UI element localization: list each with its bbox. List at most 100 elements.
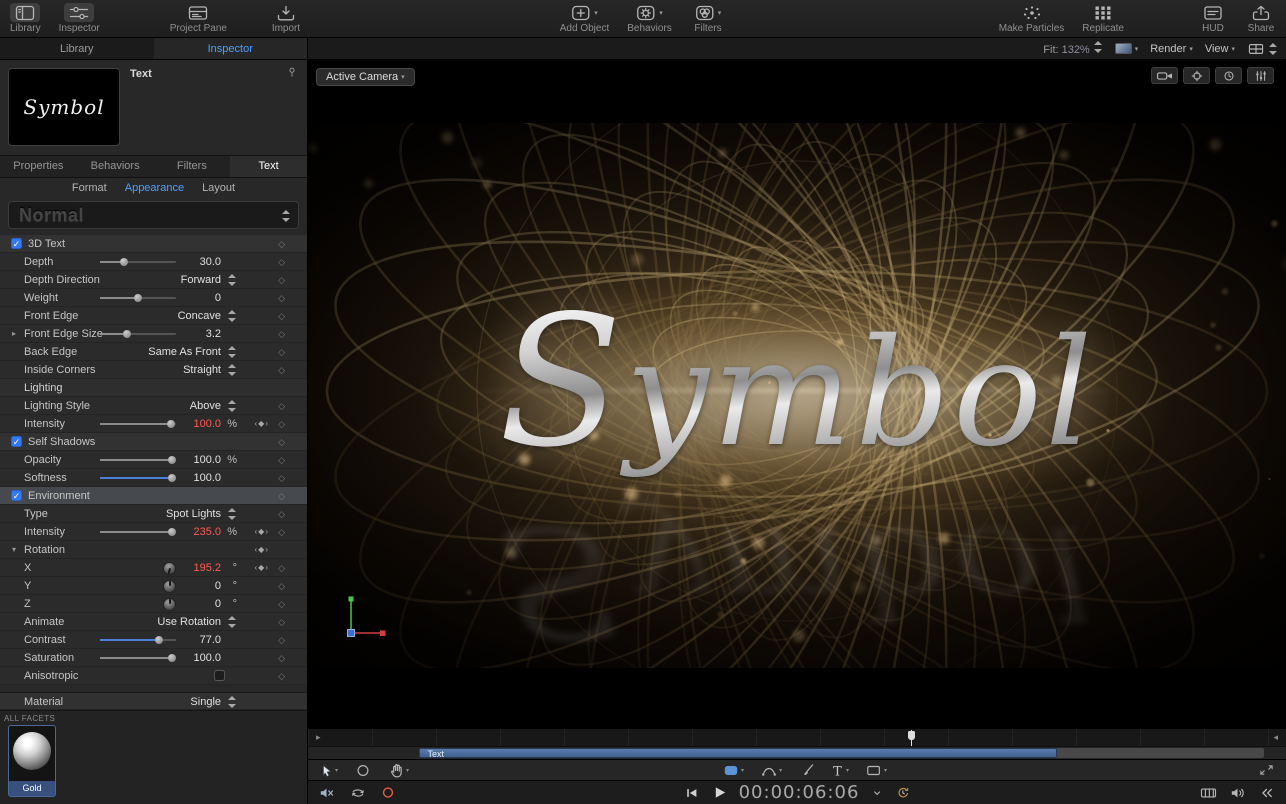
inspector-row-animate[interactable]: Animate Use Rotation ◇ <box>0 613 307 631</box>
channel-swatch-button[interactable]: ▾ <box>1114 43 1138 54</box>
camera-view-button[interactable] <box>1151 67 1178 84</box>
shape-tool[interactable]: ▾ <box>866 763 887 778</box>
keyframe-nav-icon[interactable]: ‹◆› <box>255 541 269 559</box>
select-value[interactable]: Forward <box>181 271 221 289</box>
inspector-row-x[interactable]: X 195.2 ° ‹◆› ◇ <box>0 559 307 577</box>
inspector-row-z[interactable]: Z 0 ° ◇ <box>0 595 307 613</box>
keyframe-icon[interactable]: ◇ <box>278 667 285 685</box>
value-field[interactable]: 0 <box>165 577 221 595</box>
inspector-row-intensity[interactable]: Intensity 235.0% ‹◆› ◇ <box>0 523 307 541</box>
toolbar-button-import[interactable]: Import <box>271 3 301 34</box>
view-menu-button[interactable]: View ▾ <box>1205 43 1235 55</box>
inspector-row-contrast[interactable]: Contrast 77.0 ◇ <box>0 631 307 649</box>
value-field[interactable]: 100.0 <box>165 451 221 469</box>
keyframe-icon[interactable]: ◇ <box>278 253 285 271</box>
inspector-row-front-edge-size[interactable]: ▸ Front Edge Size 3.2 ◇ <box>0 325 307 343</box>
timeline-bar-text[interactable]: Text <box>419 748 1058 758</box>
inspector-row-depth-direction[interactable]: Depth Direction Forward ◇ <box>0 271 307 289</box>
stepper-icon[interactable] <box>228 274 237 286</box>
keyframe-icon[interactable]: ◇ <box>278 559 285 577</box>
select-value[interactable]: Use Rotation <box>157 613 221 631</box>
toolbar-button-behaviors[interactable]: ▾ Behaviors <box>627 3 672 34</box>
checkbox[interactable]: ✓ <box>11 436 22 447</box>
keyframe-icon[interactable]: ◇ <box>278 361 285 379</box>
onion-skin-button[interactable] <box>1215 67 1242 84</box>
subtab-appearance[interactable]: Appearance <box>125 182 184 194</box>
stepper-icon[interactable] <box>228 696 237 708</box>
select-value[interactable]: Straight <box>183 361 221 379</box>
material-swatch-gold[interactable]: Gold <box>8 725 56 797</box>
keyframe-icon[interactable]: ◇ <box>278 631 285 649</box>
out-point-marker[interactable]: ◂ <box>1273 732 1278 743</box>
inspector-row-intensity[interactable]: Intensity 100.0% ‹◆› ◇ <box>0 415 307 433</box>
inspector-row-weight[interactable]: Weight 0 ◇ <box>0 289 307 307</box>
center-view-button[interactable] <box>1183 67 1210 84</box>
keyframe-icon[interactable]: ◇ <box>278 433 285 451</box>
keyframe-icon[interactable]: ◇ <box>278 577 285 595</box>
inspector-row-self-shadows[interactable]: ✓ Self Shadows ◇ <box>0 433 307 451</box>
keyframe-icon[interactable]: ◇ <box>278 235 285 253</box>
play-button[interactable] <box>711 785 728 800</box>
record-button[interactable] <box>380 785 396 800</box>
disclosure-icon[interactable]: ▾ <box>12 541 16 559</box>
value-field[interactable]: 195.2 <box>165 559 221 577</box>
inspector-row-saturation[interactable]: Saturation 100.0 ◇ <box>0 649 307 667</box>
pin-icon[interactable] <box>285 65 299 79</box>
toolbar-button-replicate[interactable]: Replicate <box>1082 3 1124 34</box>
stepper-icon[interactable] <box>228 310 237 322</box>
inspector-row-opacity[interactable]: Opacity 100.0% ◇ <box>0 451 307 469</box>
rotate-tool[interactable] <box>355 763 371 778</box>
layer-preview-thumbnail[interactable]: Symbol <box>8 68 120 146</box>
value-field[interactable]: 0 <box>165 289 221 307</box>
checkbox[interactable]: ✓ <box>11 238 22 249</box>
timeline-ruler[interactable]: ▸ ◂ <box>308 728 1286 746</box>
bezier-tool[interactable]: ▾ <box>761 763 782 778</box>
select-tool[interactable]: ▾ <box>318 763 338 778</box>
toolbar-button-share[interactable]: Share <box>1246 3 1276 34</box>
inspector-row-y[interactable]: Y 0 ° ◇ <box>0 577 307 595</box>
pan-tool[interactable]: ▾ <box>388 763 409 778</box>
tab-behaviors[interactable]: Behaviors <box>77 156 154 177</box>
in-point-marker[interactable]: ▸ <box>316 732 321 743</box>
inspector-row-front-edge[interactable]: Front Edge Concave ◇ <box>0 307 307 325</box>
camera-select-button[interactable]: Active Camera ▾ <box>316 68 415 86</box>
inspector-row-rotation[interactable]: ▾ Rotation ‹◆› <box>0 541 307 559</box>
style-preset-select[interactable]: Normal <box>8 201 299 229</box>
value-field[interactable]: 100.0 <box>165 649 221 667</box>
keyframe-icon[interactable]: ◇ <box>278 505 285 523</box>
inspector-row-3d-text[interactable]: ✓ 3D Text ◇ <box>0 235 307 253</box>
canvas-viewport[interactable]: Active Camera ▾ Symbol Symbol <box>308 60 1286 728</box>
keyframe-icon[interactable]: ◇ <box>278 523 285 541</box>
inspector-row-material[interactable]: Material Single <box>0 692 307 710</box>
tab-filters[interactable]: Filters <box>154 156 231 177</box>
checkbox[interactable] <box>214 670 225 681</box>
toolbar-button-add-object[interactable]: ▾ Add Object <box>560 3 609 34</box>
keyframe-nav-icon[interactable]: ‹◆› <box>255 415 269 433</box>
toolbar-button-library[interactable]: Library <box>10 3 41 34</box>
subtab-layout[interactable]: Layout <box>202 182 235 194</box>
keyframe-icon[interactable]: ◇ <box>278 343 285 361</box>
mask-tool[interactable]: ▾ <box>723 763 744 778</box>
value-field[interactable]: 0 <box>165 595 221 613</box>
inspector-row-anisotropic[interactable]: Anisotropic ◇ <box>0 667 307 685</box>
keyframe-icon[interactable]: ◇ <box>278 649 285 667</box>
adjust-controls-button[interactable] <box>1247 67 1274 84</box>
value-field[interactable]: 235.0 <box>165 523 221 541</box>
keyframe-nav-icon[interactable]: ‹◆› <box>255 559 269 577</box>
stepper-icon[interactable] <box>228 616 237 628</box>
select-value[interactable]: Single <box>190 693 221 711</box>
toolbar-button-filters[interactable]: ▾ Filters <box>690 3 727 34</box>
inspector-row-environment[interactable]: ✓ Environment ◇ <box>0 487 307 505</box>
keyframe-icon[interactable]: ◇ <box>278 469 285 487</box>
inspector-row-inside-corners[interactable]: Inside Corners Straight ◇ <box>0 361 307 379</box>
previous-frame-button[interactable] <box>684 786 700 800</box>
subtab-format[interactable]: Format <box>72 182 107 194</box>
keyframe-nav-icon[interactable]: ‹◆› <box>255 523 269 541</box>
timecode-menu-button[interactable] <box>870 787 883 799</box>
tab-inspector[interactable]: Inspector <box>153 38 307 59</box>
play-range-button[interactable] <box>894 786 910 800</box>
text-tool[interactable]: T ▾ <box>831 763 849 778</box>
tab-library[interactable]: Library <box>0 38 154 59</box>
tab-text[interactable]: Text <box>230 156 307 177</box>
keyframe-icon[interactable]: ◇ <box>278 595 285 613</box>
